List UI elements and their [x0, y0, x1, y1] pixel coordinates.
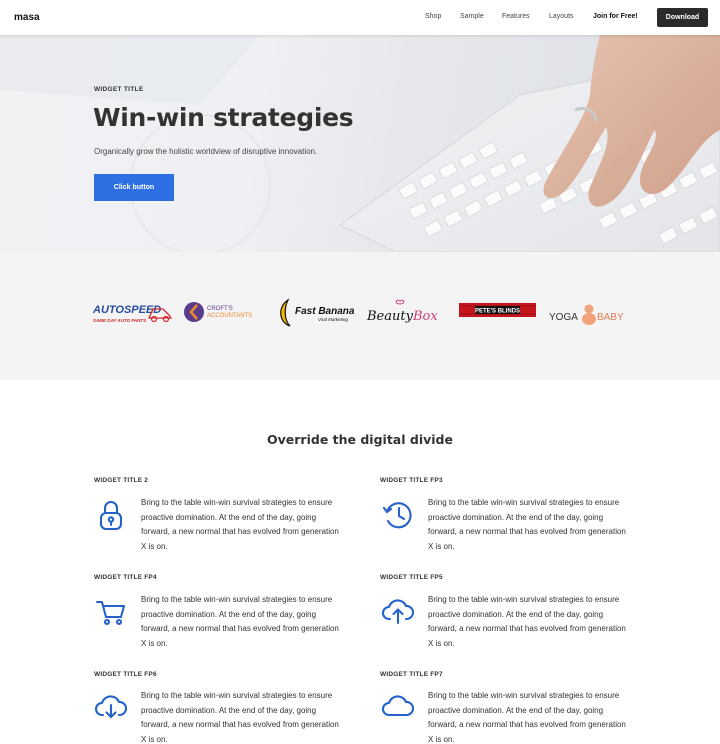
- feature-title: WIDGET TITLE FP4: [94, 574, 157, 581]
- feature-description: Bring to the table win-win survival stra…: [428, 498, 626, 551]
- hero-title: Win-win strategies: [93, 103, 354, 132]
- nav-shop[interactable]: Shop: [425, 13, 441, 20]
- feature-description: Bring to the table win-win survival stra…: [428, 595, 626, 648]
- feature-title: WIDGET TITLE FP5: [380, 574, 443, 581]
- download-button[interactable]: Download: [657, 8, 708, 27]
- fast-banana-name: Fast Banana: [295, 306, 355, 317]
- features-section-title: Override the digital divide: [267, 432, 453, 447]
- feature-description: Bring to the table win-win survival stra…: [141, 595, 339, 648]
- brand-logo[interactable]: masa: [14, 12, 40, 23]
- nav-features[interactable]: Features: [502, 13, 530, 20]
- lock-icon: [99, 500, 123, 531]
- nav-layouts[interactable]: Layouts: [549, 13, 574, 20]
- feature-description: Bring to the table win-win survival stra…: [141, 691, 339, 744]
- keyboard-hand-image: [0, 35, 720, 252]
- autospeed-logo[interactable]: AUTOSPEED SAME DAY AUTO PARTS: [93, 298, 173, 330]
- nav-sample[interactable]: Sample: [460, 13, 484, 20]
- feature-title: WIDGET TITLE FP3: [380, 477, 443, 484]
- hero-subtitle: Organically grow the holistic worldview …: [94, 147, 318, 156]
- cloud-upload-icon: [381, 599, 415, 625]
- feature-title: WIDGET TITLE 2: [94, 477, 149, 484]
- autospeed-tagline: SAME DAY AUTO PARTS: [93, 318, 146, 323]
- cart-icon: [95, 600, 126, 626]
- feature-description: Bring to the table win-win survival stra…: [428, 691, 626, 744]
- history-icon: [382, 502, 412, 529]
- crofts-accountants-logo[interactable]: CROFT'S ACCOUNTANTS: [184, 298, 264, 330]
- nav-join-free[interactable]: Join for Free!: [593, 13, 638, 20]
- hero-section: WIDGET TITLE Win-win strategies Organica…: [0, 35, 720, 252]
- crofts-line2: ACCOUNTANTS: [207, 313, 252, 319]
- feature-title: WIDGET TITLE FP6: [94, 671, 157, 678]
- yoga-baby-name2: BABY: [597, 312, 624, 323]
- beauty-box-name2: Box: [412, 309, 438, 324]
- crofts-line1: CROFT'S: [207, 306, 233, 312]
- cloud-icon: [381, 695, 415, 717]
- beauty-box-name1: Beauty: [366, 309, 414, 324]
- fast-banana-logo[interactable]: Fast Banana Viral Marketing: [276, 298, 356, 330]
- client-logos-strip: AUTOSPEED SAME DAY AUTO PARTS CROFT'S AC…: [0, 252, 720, 380]
- beauty-box-logo[interactable]: Beauty Box: [366, 298, 446, 330]
- petes-blinds-name: PETE'S BLINDS: [475, 309, 520, 315]
- cloud-download-icon: [94, 695, 128, 719]
- feature-title: WIDGET TITLE FP7: [380, 671, 443, 678]
- yoga-baby-logo[interactable]: YOGA BABY: [549, 298, 629, 330]
- yoga-baby-name1: YOGA: [549, 312, 578, 323]
- feature-description: Bring to the table win-win survival stra…: [141, 498, 339, 551]
- hero-cta-button[interactable]: Click button: [94, 174, 174, 201]
- top-navbar: masa Shop Sample Features Layouts Join f…: [0, 0, 720, 35]
- hero-eyebrow: WIDGET TITLE: [94, 86, 144, 93]
- petes-blinds-logo[interactable]: PETE'S BLINDS: [458, 298, 538, 330]
- fast-banana-tagline: Viral Marketing: [318, 317, 348, 322]
